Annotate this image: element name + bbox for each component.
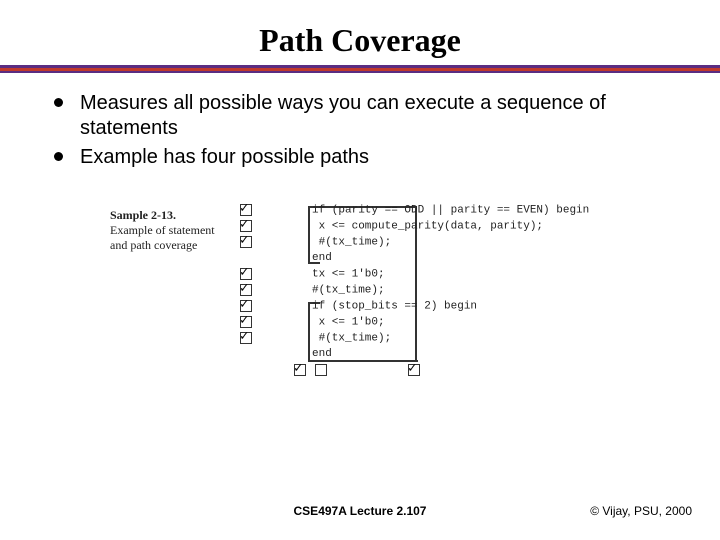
code-line: if (parity == ODD || parity == EVEN) beg… bbox=[312, 204, 589, 216]
checkbox-icon bbox=[315, 364, 327, 376]
code-line: if (stop_bits == 2) begin bbox=[312, 300, 477, 312]
code-line: x <= compute_parity(data, parity); bbox=[312, 220, 543, 232]
code-line: tx <= 1'b0; bbox=[312, 268, 385, 280]
checkmark-icon bbox=[240, 268, 252, 280]
checkmark-icon bbox=[240, 236, 252, 248]
bullet-list: Measures all possible ways you can execu… bbox=[50, 91, 670, 170]
footer-copyright: © Vijay, PSU, 2000 bbox=[590, 504, 692, 518]
checkmark-icon bbox=[294, 364, 306, 376]
code-line: #(tx_time); bbox=[312, 284, 385, 296]
figure-caption: Sample 2-13. Example of statement and pa… bbox=[110, 208, 220, 253]
content-area: Measures all possible ways you can execu… bbox=[0, 73, 720, 394]
code-line: #(tx_time); bbox=[312, 332, 391, 344]
code-line: end bbox=[312, 348, 332, 360]
slide-title: Path Coverage bbox=[0, 0, 720, 65]
code-line: #(tx_time); bbox=[312, 236, 391, 248]
checkmark-icon bbox=[240, 332, 252, 344]
checkmark-icon bbox=[408, 364, 420, 376]
code-line: end bbox=[312, 252, 332, 264]
checkmark-icon bbox=[240, 220, 252, 232]
code-block: if (parity == ODD || parity == EVEN) beg… bbox=[240, 204, 610, 364]
caption-title: Sample 2-13. bbox=[110, 208, 220, 223]
checkmark-icon bbox=[240, 316, 252, 328]
bullet-item: Measures all possible ways you can execu… bbox=[50, 91, 670, 141]
caption-body: Example of statement and path coverage bbox=[110, 223, 220, 253]
code-line: x <= 1'b0; bbox=[312, 316, 385, 328]
title-rule bbox=[0, 65, 720, 73]
code-figure: Sample 2-13. Example of statement and pa… bbox=[110, 204, 610, 394]
checkmark-icon bbox=[240, 300, 252, 312]
checkmark-icon bbox=[240, 204, 252, 216]
bullet-item: Example has four possible paths bbox=[50, 145, 670, 170]
checkmark-icon bbox=[240, 284, 252, 296]
